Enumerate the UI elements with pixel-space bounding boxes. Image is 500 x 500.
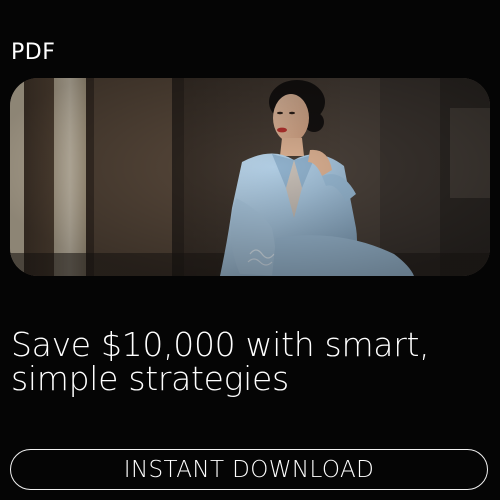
- headline-line-2: simple strategies: [11, 359, 289, 398]
- headline: Save $10,000 with smart, simple strategi…: [11, 328, 489, 396]
- format-label: PDF: [11, 40, 56, 65]
- headline-line-1: Save $10,000 with smart,: [11, 325, 430, 364]
- product-card: PDF Save $10,000 with smart, simple stra…: [0, 0, 500, 500]
- hero-image: [10, 78, 490, 276]
- hero-illustration: [10, 78, 490, 276]
- instant-download-button[interactable]: INSTANT DOWNLOAD: [10, 449, 488, 490]
